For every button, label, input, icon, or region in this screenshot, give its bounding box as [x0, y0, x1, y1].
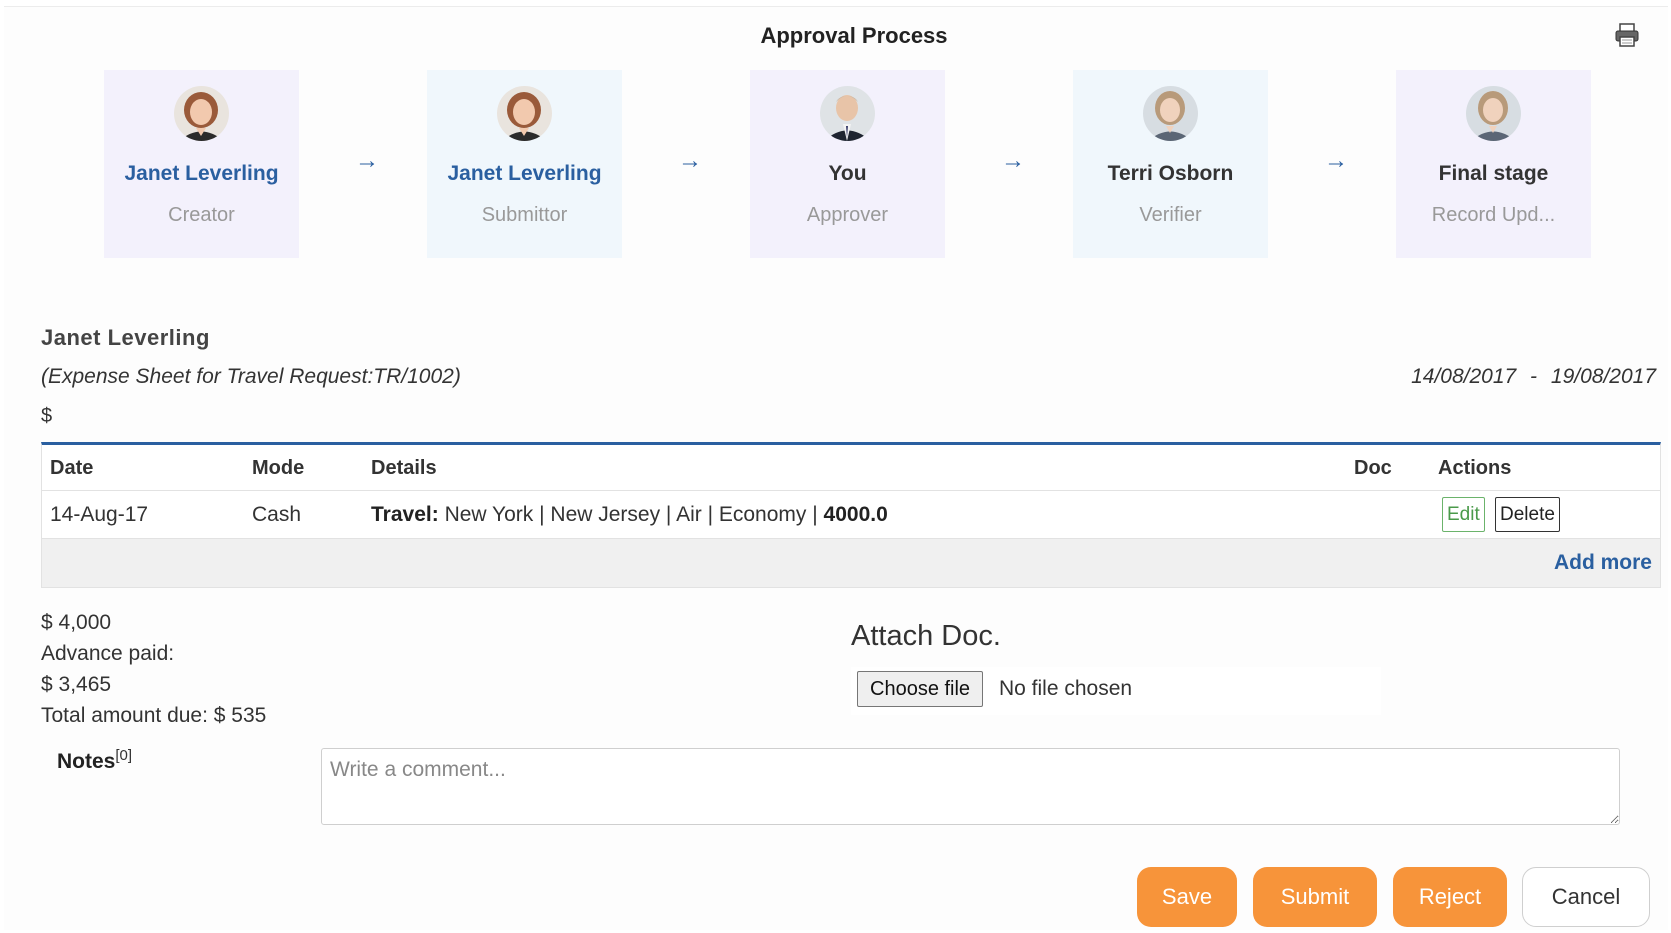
arrow-icon: →	[355, 147, 379, 174]
step-name[interactable]: Janet Leverling	[427, 162, 622, 186]
date-separator: -	[1530, 365, 1538, 388]
comment-textarea[interactable]	[321, 748, 1620, 825]
step-approver: You Approver	[750, 70, 945, 258]
step-name[interactable]: Janet Leverling	[104, 162, 299, 186]
avatar	[1143, 86, 1198, 141]
step-submittor: Janet Leverling Submittor	[427, 70, 622, 258]
advance-amount: $ 3,465	[41, 673, 112, 696]
header-date: Date	[50, 457, 94, 479]
step-name: You	[828, 162, 867, 185]
details-amount: 4000.0	[823, 503, 888, 526]
expense-table: Date Mode Details Doc Actions 14-Aug-17 …	[41, 442, 1661, 588]
header-details: Details	[371, 457, 437, 479]
cell-date: 14-Aug-17	[50, 503, 149, 526]
arrow-icon: →	[1324, 147, 1348, 174]
to-date: 19/08/2017	[1550, 365, 1656, 388]
date-range: 14/08/2017 - 19/08/2017	[1411, 365, 1656, 389]
page-title: Approval Process	[760, 23, 948, 48]
employee-name: Janet Leverling	[41, 325, 210, 350]
avatar	[174, 86, 229, 141]
avatar	[820, 86, 875, 141]
printer-icon[interactable]	[1614, 23, 1640, 47]
details-label: Travel:	[371, 503, 439, 526]
details-text: New York | New Jersey | Air | Economy |	[444, 503, 818, 526]
delete-button[interactable]: Delete	[1495, 497, 1560, 532]
edit-button[interactable]: Edit	[1442, 497, 1485, 532]
step-role: Record Upd...	[1431, 204, 1556, 226]
add-more-link[interactable]: Add more	[1554, 551, 1652, 575]
table-footer: Add more	[42, 539, 1660, 587]
notes-count: [0]	[115, 747, 133, 764]
advance-label: Advance paid:	[41, 642, 175, 665]
notes-label-text: Notes	[57, 750, 116, 773]
step-name: Terri Osborn	[1107, 162, 1234, 185]
cancel-button[interactable]: Cancel	[1522, 867, 1650, 927]
step-verifier: Terri Osborn Verifier	[1073, 70, 1268, 258]
table-header: Date Mode Details Doc Actions	[42, 445, 1660, 491]
step-role: Creator	[168, 204, 235, 226]
header-doc: Doc	[1354, 457, 1392, 479]
request-subtitle: (Expense Sheet for Travel Request:TR/100…	[41, 365, 461, 388]
step-final: Final stage Record Upd...	[1396, 70, 1591, 258]
choose-file-button[interactable]: Choose file	[857, 671, 984, 707]
header-actions: Actions	[1438, 457, 1512, 479]
approval-panel: Approval Process Janet Leverling Creator…	[4, 6, 1668, 930]
avatar	[497, 86, 552, 141]
currency-symbol: $	[41, 405, 53, 427]
total-amount: $ 4,000	[41, 611, 112, 634]
file-input: Choose file No file chosen	[851, 667, 1381, 715]
step-role: Verifier	[1139, 204, 1202, 226]
step-role: Approver	[806, 204, 889, 226]
step-role: Submittor	[481, 204, 568, 226]
table-row: 14-Aug-17 Cash Travel: New York | New Je…	[42, 491, 1660, 539]
header-mode: Mode	[252, 457, 305, 479]
submit-button[interactable]: Submit	[1253, 867, 1377, 927]
from-date: 14/08/2017	[1411, 365, 1517, 388]
page: Approval Process Janet Leverling Creator…	[0, 0, 1671, 933]
reject-button[interactable]: Reject	[1393, 867, 1507, 927]
step-creator: Janet Leverling Creator	[104, 70, 299, 258]
arrow-icon: →	[678, 147, 702, 174]
step-name: Final stage	[1438, 162, 1549, 185]
total-due: Total amount due: $ 535	[41, 704, 267, 727]
save-button[interactable]: Save	[1137, 867, 1237, 927]
cell-details: Travel: New York | New Jersey | Air | Ec…	[371, 503, 888, 527]
cell-mode: Cash	[252, 503, 302, 526]
attach-title: Attach Doc.	[851, 620, 1001, 652]
file-status: No file chosen	[999, 677, 1133, 700]
arrow-icon: →	[1001, 147, 1025, 174]
notes-label: Notes[0]	[57, 747, 132, 774]
avatar	[1466, 86, 1521, 141]
